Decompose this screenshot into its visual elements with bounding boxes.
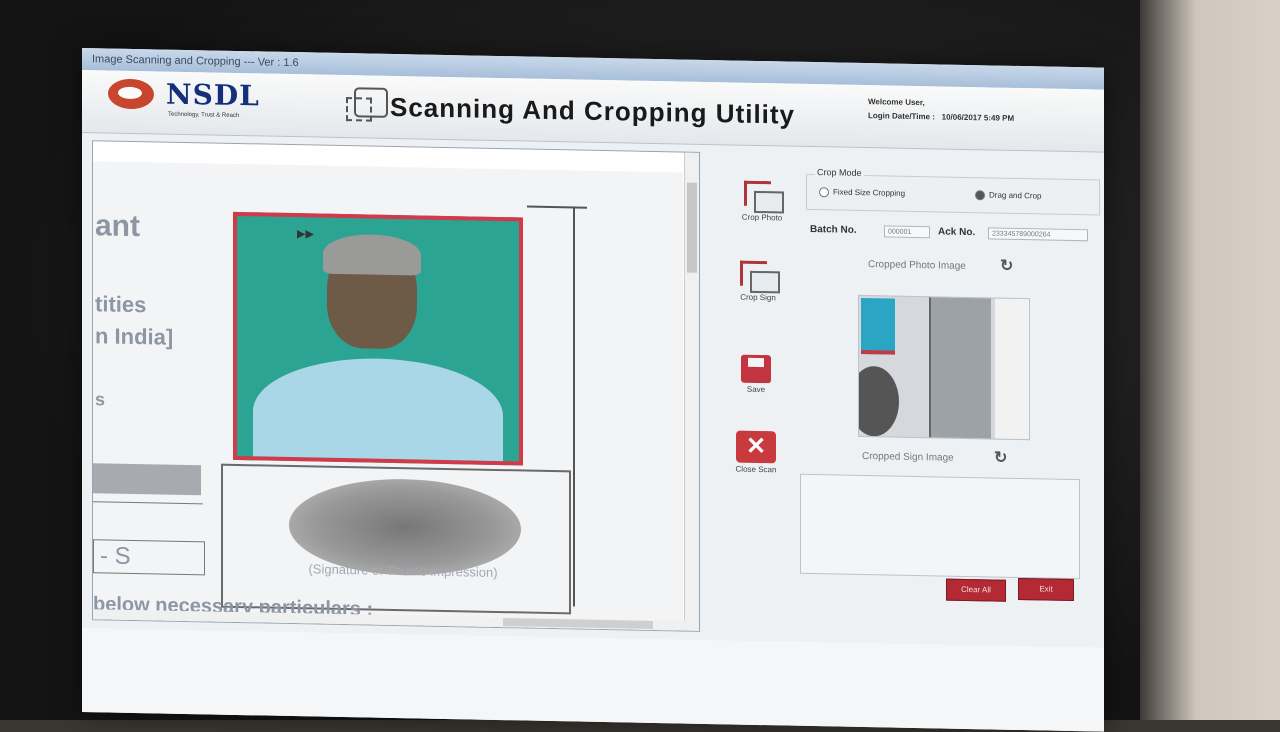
thumb-impression-box: (Signature of Thumb impression) — [221, 463, 571, 615]
doc-text-ant: ant — [95, 209, 140, 244]
preview-column — [929, 297, 991, 439]
doc-grid-text: - S — [100, 542, 131, 570]
close-icon: ✕ — [736, 430, 776, 464]
crop-photo-icon — [740, 181, 784, 212]
cropped-photo-title: Cropped Photo Image — [868, 259, 966, 272]
cropped-sign-title: Cropped Sign Image — [862, 450, 954, 464]
doc-rule-top — [527, 205, 587, 209]
scanned-page: ant tities n India] s - S (Signature of … — [93, 161, 683, 632]
vertical-scrollbar[interactable] — [684, 152, 699, 631]
clear-all-button[interactable]: Clear All — [946, 578, 1006, 602]
close-scan-label: Close Scan — [735, 464, 777, 475]
photo-hair — [323, 233, 421, 276]
scan-crop-icon — [354, 87, 388, 118]
ack-label: Ack No. — [938, 226, 976, 239]
doc-grid-box: - S — [93, 539, 205, 576]
preview-teal-region — [861, 297, 895, 355]
crop-photo-button[interactable]: Crop Photo — [722, 180, 802, 223]
nsdl-logo-icon — [108, 78, 154, 110]
crop-mode-group: Crop Mode Fixed Size Cropping Drag and C… — [806, 167, 1100, 216]
close-scan-button[interactable]: ✕ Close Scan — [716, 430, 796, 475]
cropped-photo-preview — [858, 294, 1030, 441]
crop-sign-button[interactable]: Crop Sign — [718, 260, 798, 303]
batch-label: Batch No. — [810, 223, 857, 236]
cropped-sign-preview — [800, 473, 1080, 580]
vertical-scroll-thumb[interactable] — [687, 182, 697, 273]
crop-mode-legend: Crop Mode — [815, 167, 864, 179]
photo-selection-box[interactable]: ▶▶ — [233, 211, 523, 466]
refresh-icon[interactable]: ↻ — [994, 448, 1007, 468]
brand-name: NSDL — [166, 77, 260, 113]
doc-text-s: s — [95, 389, 106, 410]
brand-tagline: Technology, Trust & Reach — [168, 111, 240, 120]
crop-sign-icon — [736, 261, 780, 292]
cursor-icon: ▶▶ — [297, 228, 314, 241]
app-title: Scanning And Cropping Utility — [390, 91, 796, 130]
preview-thumb-blob — [858, 365, 899, 437]
crop-photo-label: Crop Photo — [741, 212, 783, 223]
doc-gray-bar — [93, 463, 201, 496]
thumb-caption: (Signature of Thumb impression) — [308, 561, 498, 580]
login-label: Login Date/Time : — [868, 111, 935, 122]
save-icon — [741, 354, 771, 384]
scan-viewer[interactable]: ant tities n India] s - S (Signature of … — [92, 140, 700, 632]
radio-fixed-size[interactable]: Fixed Size Cropping — [819, 187, 905, 199]
doc-text-india: n India] — [95, 323, 174, 350]
batch-field[interactable]: 000001 — [884, 225, 930, 239]
doc-rule — [93, 501, 203, 505]
horizontal-scroll-thumb[interactable] — [503, 618, 653, 629]
doc-text-tities: tities — [95, 291, 147, 318]
crop-sign-label: Crop Sign — [740, 292, 776, 303]
welcome-block: Welcome User, Login Date/Time : 10/06/20… — [868, 95, 1014, 126]
preview-white-region — [995, 298, 1029, 440]
app-window: Image Scanning and Cropping --- Ver : 1.… — [82, 48, 1104, 732]
ack-field[interactable]: 233345789000264 — [988, 227, 1088, 242]
exit-button[interactable]: Exit — [1018, 577, 1074, 602]
radio-drag-dot[interactable] — [975, 190, 985, 201]
radio-fixed-label: Fixed Size Cropping — [833, 187, 906, 198]
radio-drag-label: Drag and Crop — [989, 190, 1042, 201]
login-value: 10/06/2017 5:49 PM — [941, 112, 1015, 123]
background-wall — [1140, 0, 1280, 720]
save-button[interactable]: Save — [716, 354, 796, 395]
login-info: Login Date/Time : 10/06/2017 5:49 PM — [868, 109, 1014, 126]
photo-shirt — [253, 356, 503, 466]
refresh-icon[interactable]: ↻ — [1000, 256, 1013, 276]
radio-fixed-dot[interactable] — [819, 187, 829, 198]
doc-rule-right — [573, 206, 575, 607]
save-label: Save — [746, 384, 766, 395]
radio-drag-crop[interactable]: Drag and Crop — [975, 190, 1041, 201]
